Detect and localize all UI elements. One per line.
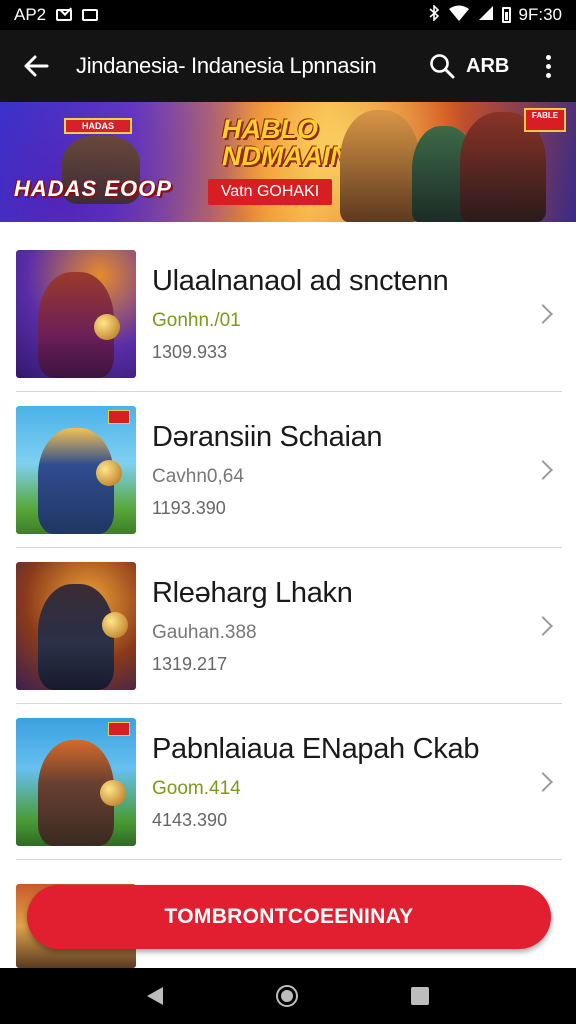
thumbnail-tag [108,410,130,424]
screen: AP2 9F:30 Jindanesia- Indanesia Lpnnasin [0,0,576,1024]
back-button[interactable] [14,44,58,88]
thumbnail-character [38,584,114,690]
page-title: Jindanesia- Indanesia Lpnnasin [76,53,377,78]
notification-icon [82,9,99,21]
game-meta: 1309.933 [152,342,228,362]
more-dot-icon [545,63,551,69]
list-item[interactable]: Rleəharg Lhakn Gauhan.388 1319.217 [0,548,576,704]
game-subtitle: Gonhn./01 [152,310,241,331]
game-name: Ulaalnanaol ad snctenn [152,265,449,297]
game-list: Ulaalnanaol ad snctenn Gonhn./01 1309.93… [0,236,576,860]
banner-left-text: HADAS EOOP [14,176,172,201]
status-carrier-text: AP2 [14,5,47,24]
app-action-button[interactable]: ARB [466,55,509,78]
game-thumbnail [16,562,136,690]
game-meta: 1319.217 [152,654,228,674]
game-info: Pabnlaiaua ENapah Ckab Goom.414 4143.390 [152,733,576,831]
game-subtitle: Cavhn0,64 [152,466,244,487]
bluetooth-icon [428,3,440,26]
game-name: Rleəharg Lhakn [152,577,353,609]
promo-banner[interactable]: HADAS HADAS EOOP HABLO NDMAAIN Vatn GOHA… [0,102,576,222]
status-bar: AP2 9F:30 [0,0,576,30]
more-options-button[interactable] [534,44,562,88]
list-item[interactable]: Pabnlaiaua ENapah Ckab Goom.414 4143.390 [0,704,576,860]
game-name: Pabnlaiaua ENapah Ckab [152,733,480,765]
search-icon [430,54,455,79]
primary-cta-button[interactable]: TOMBRONTCOEENINAY [27,885,551,949]
nav-recents-icon[interactable] [411,987,430,1005]
list-item[interactable]: Ulaalnanaol ad snctenn Gonhn./01 1309.93… [0,236,576,392]
thumbnail-orb [96,460,122,486]
wifi-icon [448,5,470,26]
game-info: Rleəharg Lhakn Gauhan.388 1319.217 [152,577,576,675]
banner-hero [340,110,420,222]
game-subtitle: Gauhan.388 [152,622,257,643]
divider [16,859,562,860]
nav-home-icon[interactable] [275,985,298,1007]
more-dot-icon [545,54,551,60]
thumbnail-orb [100,780,126,806]
game-info: Dəransiin Schaian Cavhn0,64 1193.390 [152,421,576,519]
system-nav-bar [0,968,576,1024]
more-dot-icon [545,72,551,78]
banner-button[interactable]: Vatn GOHAKI [208,179,332,205]
signal-icon [478,5,494,26]
search-button[interactable] [424,44,460,88]
game-thumbnail [16,718,136,846]
thumbnail-orb [94,314,120,340]
game-thumbnail [16,250,136,378]
thumbnail-orb [102,612,128,638]
banner-title: HABLO NDMAAIN [222,114,350,171]
game-info: Ulaalnanaol ad snctenn Gonhn./01 1309.93… [152,265,576,363]
game-meta: 1193.390 [152,498,226,518]
game-subtitle: Goom.414 [152,778,241,799]
banner-badge: HADAS [64,118,132,134]
app-bar: Jindanesia- Indanesia Lpnnasin ARB [0,30,576,102]
thumbnail-tag [108,722,130,736]
game-meta: 4143.390 [152,810,228,830]
battery-icon [501,7,511,23]
list-item[interactable]: Dəransiin Schaian Cavhn0,64 1193.390 [0,392,576,548]
banner-corner-logo: FABLE [524,108,566,132]
game-thumbnail [16,406,136,534]
back-arrow-icon [24,55,49,77]
mail-icon [56,9,73,21]
game-name: Dəransiin Schaian [152,421,383,453]
status-time: 9F:30 [518,5,562,24]
nav-back-icon[interactable] [146,987,163,1005]
